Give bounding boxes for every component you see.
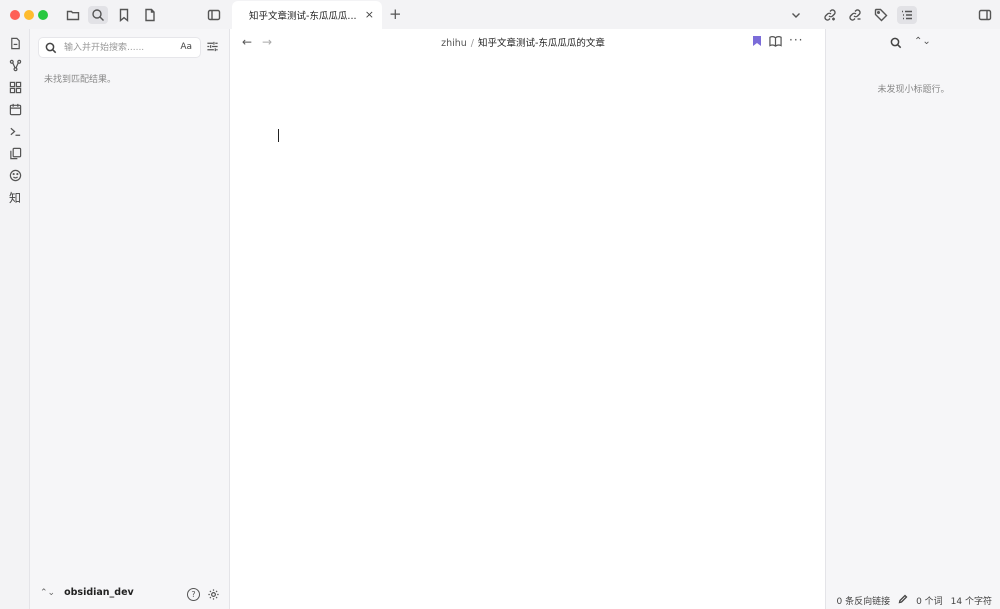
outline-panel: ⌃⌄ 未发现小标题行。 — [825, 29, 1000, 609]
vault-switcher[interactable]: ⌃⌄ obsidian_dev — [40, 587, 134, 598]
status-bar: 0 条反向链接 0 个词 14 个字符 — [825, 592, 1000, 609]
new-tab-button[interactable]: + — [389, 6, 402, 22]
breadcrumb: zhihu / 知乎文章测试-东瓜瓜瓜的文章 — [231, 35, 815, 49]
copy-icon[interactable] — [7, 145, 23, 161]
terminal-icon[interactable] — [7, 123, 23, 139]
file-icon[interactable] — [140, 6, 160, 24]
folder-icon[interactable] — [63, 6, 83, 24]
reading-view-icon[interactable] — [769, 35, 782, 50]
search-settings-icon[interactable] — [206, 40, 220, 54]
tab-active-note[interactable]: 知乎文章测试-东瓜瓜瓜... × — [232, 1, 382, 29]
outline-search-icon[interactable] — [890, 37, 902, 52]
open-file-icon[interactable] — [7, 35, 23, 51]
text-cursor — [278, 129, 279, 142]
no-headings-message: 未发现小标题行。 — [877, 85, 950, 95]
tab-title: 知乎文章测试-东瓜瓜瓜... — [249, 11, 357, 22]
search-input[interactable] — [64, 40, 174, 56]
breadcrumb-separator: / — [470, 38, 474, 49]
tag-icon[interactable] — [871, 6, 891, 24]
search-icon[interactable] — [88, 6, 108, 24]
help-icon[interactable]: ? — [187, 588, 200, 601]
breadcrumb-file[interactable]: 知乎文章测试-东瓜瓜瓜的文章 — [478, 38, 605, 49]
tab-close-button[interactable]: × — [365, 9, 374, 21]
char-count: 14 个字符 — [950, 597, 992, 607]
more-options-button[interactable]: ··· — [789, 33, 803, 47]
outline-list-icon[interactable] — [897, 6, 917, 24]
pencil-icon[interactable] — [898, 594, 908, 607]
collapse-all-icon[interactable]: ⌃⌄ — [914, 36, 931, 47]
search-panel: Aa 未找到匹配结果。 ⌃⌄ obsidian_dev ? — [30, 29, 230, 609]
right-sidebar-toggle-icon[interactable] — [975, 6, 995, 24]
zhihu-icon[interactable]: 知 — [7, 189, 23, 205]
canvas-icon[interactable] — [7, 79, 23, 95]
zoom-window-button[interactable] — [38, 10, 48, 20]
vault-chevron-icon: ⌃⌄ — [40, 587, 56, 598]
editor-pane: ← → zhihu / 知乎文章测试-东瓜瓜瓜的文章 ··· — [231, 29, 815, 609]
minimize-window-button[interactable] — [24, 10, 34, 20]
unlink-icon[interactable] — [845, 6, 865, 24]
link-icon[interactable] — [820, 6, 840, 24]
search-box: Aa — [38, 37, 201, 58]
title-bar: 知乎文章测试-东瓜瓜瓜... × + — [0, 0, 1000, 29]
breadcrumb-folder[interactable]: zhihu — [441, 38, 467, 49]
emoji-icon[interactable] — [7, 167, 23, 183]
backlinks-count[interactable]: 0 条反向链接 — [836, 594, 890, 607]
vault-name: obsidian_dev — [64, 587, 134, 598]
calendar-icon[interactable] — [7, 101, 23, 117]
word-count: 0 个词 — [916, 597, 943, 607]
note-content-area[interactable] — [231, 59, 815, 609]
chevron-down-icon[interactable] — [786, 6, 806, 24]
match-case-button[interactable]: Aa — [180, 42, 192, 52]
sidebar-toggle-icon[interactable] — [204, 6, 224, 24]
graph-view-icon[interactable] — [7, 57, 23, 73]
close-window-button[interactable] — [10, 10, 20, 20]
settings-gear-icon[interactable] — [207, 588, 220, 604]
bookmark-icon[interactable] — [114, 6, 134, 24]
no-results-message: 未找到匹配结果。 — [44, 75, 117, 85]
left-ribbon: 知 — [0, 29, 30, 609]
search-icon — [45, 42, 57, 54]
